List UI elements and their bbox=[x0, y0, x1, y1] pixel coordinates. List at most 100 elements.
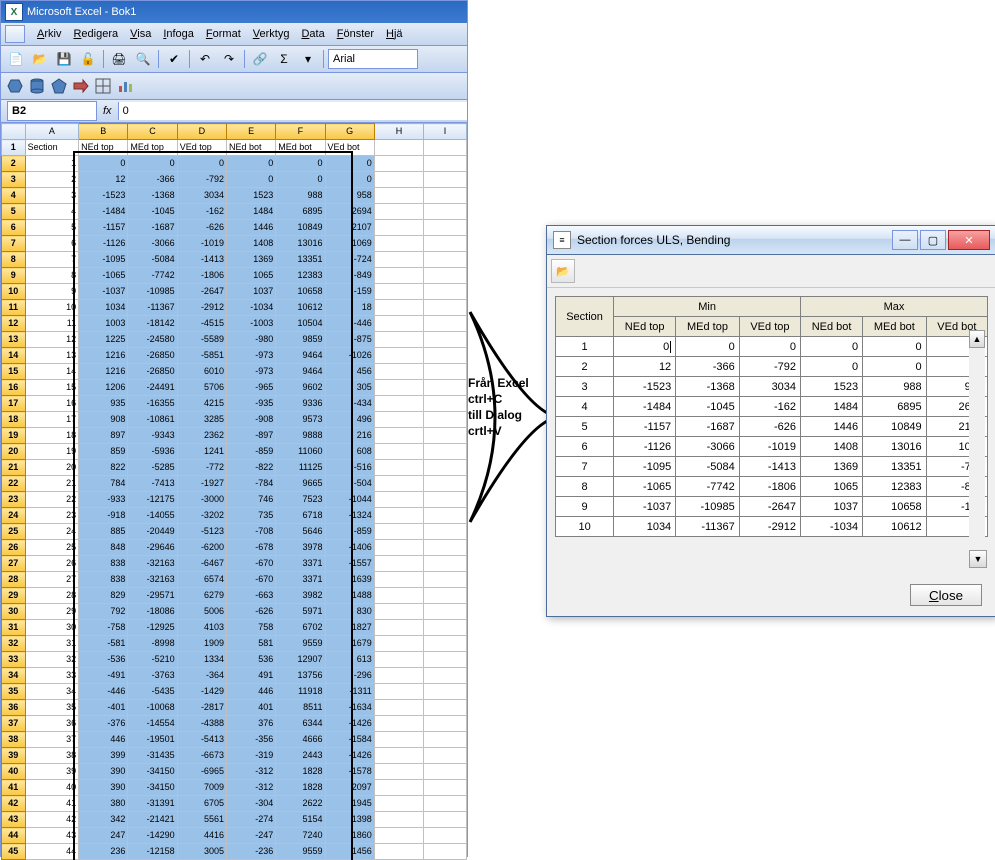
row-header-37[interactable]: 37 bbox=[2, 716, 26, 732]
cell[interactable] bbox=[424, 844, 467, 860]
cell[interactable]: -366 bbox=[128, 172, 177, 188]
cell[interactable]: -1126 bbox=[79, 236, 128, 252]
cell[interactable]: 41 bbox=[25, 796, 79, 812]
cell[interactable]: 216 bbox=[325, 428, 374, 444]
cell[interactable]: -626 bbox=[226, 604, 275, 620]
dlg-data-cell[interactable]: 1037 bbox=[801, 497, 863, 517]
cell[interactable]: 1069 bbox=[325, 236, 374, 252]
cell[interactable]: NEd top bbox=[79, 140, 128, 156]
cell[interactable]: 30 bbox=[25, 620, 79, 636]
cell[interactable]: 9559 bbox=[276, 636, 325, 652]
cell[interactable]: 10658 bbox=[276, 284, 325, 300]
cell[interactable]: 3371 bbox=[276, 556, 325, 572]
cell[interactable]: 11060 bbox=[276, 444, 325, 460]
shape-pentagon-icon[interactable] bbox=[49, 76, 69, 96]
cell[interactable]: 1909 bbox=[177, 636, 226, 652]
dlg-section-cell[interactable]: 2 bbox=[556, 357, 614, 377]
cell[interactable] bbox=[424, 540, 467, 556]
row-header-12[interactable]: 12 bbox=[2, 316, 26, 332]
cell[interactable]: -9343 bbox=[128, 428, 177, 444]
cell[interactable] bbox=[374, 828, 423, 844]
cell[interactable]: -1044 bbox=[325, 492, 374, 508]
cell[interactable]: 848 bbox=[79, 540, 128, 556]
cell[interactable]: -626 bbox=[177, 220, 226, 236]
cell[interactable]: -1584 bbox=[325, 732, 374, 748]
dlg-data-cell[interactable]: 10658 bbox=[863, 497, 927, 517]
cell[interactable]: 1523 bbox=[226, 188, 275, 204]
scroll-down-icon[interactable]: ▼ bbox=[969, 550, 987, 568]
cell[interactable]: 20 bbox=[25, 460, 79, 476]
cell[interactable]: 13756 bbox=[276, 668, 325, 684]
cell[interactable]: 3034 bbox=[177, 188, 226, 204]
cell[interactable] bbox=[424, 700, 467, 716]
cell[interactable]: 3285 bbox=[177, 412, 226, 428]
cell[interactable]: -12925 bbox=[128, 620, 177, 636]
dlg-data-cell[interactable]: -5084 bbox=[676, 457, 740, 477]
cell[interactable]: -504 bbox=[325, 476, 374, 492]
cell[interactable]: -159 bbox=[325, 284, 374, 300]
cell[interactable]: -935 bbox=[226, 396, 275, 412]
cell[interactable]: -34150 bbox=[128, 780, 177, 796]
cell[interactable]: -792 bbox=[177, 172, 226, 188]
dlg-data-cell[interactable]: 1034 bbox=[614, 517, 676, 537]
cell[interactable]: 1065 bbox=[226, 268, 275, 284]
row-header-15[interactable]: 15 bbox=[2, 364, 26, 380]
row-header-6[interactable]: 6 bbox=[2, 220, 26, 236]
cell[interactable]: 0 bbox=[325, 156, 374, 172]
cell[interactable]: 11 bbox=[25, 316, 79, 332]
cell[interactable]: 6010 bbox=[177, 364, 226, 380]
cell[interactable]: 4 bbox=[25, 204, 79, 220]
cell[interactable]: -3763 bbox=[128, 668, 177, 684]
cell[interactable] bbox=[424, 172, 467, 188]
cell[interactable]: -965 bbox=[226, 380, 275, 396]
cell[interactable]: 758 bbox=[226, 620, 275, 636]
cell[interactable]: -7742 bbox=[128, 268, 177, 284]
cell[interactable]: -19501 bbox=[128, 732, 177, 748]
cell[interactable]: 4103 bbox=[177, 620, 226, 636]
cell[interactable]: 5971 bbox=[276, 604, 325, 620]
cell[interactable]: 11918 bbox=[276, 684, 325, 700]
cell[interactable]: 5154 bbox=[276, 812, 325, 828]
cell[interactable]: -1634 bbox=[325, 700, 374, 716]
dlg-data-cell[interactable]: -7742 bbox=[676, 477, 740, 497]
print-icon[interactable]: 🖨 bbox=[108, 48, 130, 70]
cell[interactable]: 3005 bbox=[177, 844, 226, 860]
cell[interactable]: -6965 bbox=[177, 764, 226, 780]
dlg-section-cell[interactable]: 9 bbox=[556, 497, 614, 517]
row-header-35[interactable]: 35 bbox=[2, 684, 26, 700]
print-preview-icon[interactable]: 🔍 bbox=[132, 48, 154, 70]
cell[interactable]: 43 bbox=[25, 828, 79, 844]
cell[interactable]: -1037 bbox=[79, 284, 128, 300]
cell[interactable]: VEd bot bbox=[325, 140, 374, 156]
cell[interactable]: 16 bbox=[25, 396, 79, 412]
cell[interactable]: 2107 bbox=[325, 220, 374, 236]
col-header-A[interactable]: A bbox=[25, 124, 79, 140]
cell[interactable] bbox=[374, 668, 423, 684]
cell[interactable]: -376 bbox=[79, 716, 128, 732]
dlg-data-cell[interactable]: 0 bbox=[863, 337, 927, 357]
dlg-data-cell[interactable]: 0 bbox=[739, 337, 800, 357]
cell[interactable]: -1311 bbox=[325, 684, 374, 700]
cell[interactable] bbox=[374, 508, 423, 524]
cell[interactable]: -236 bbox=[226, 844, 275, 860]
cell[interactable]: -1927 bbox=[177, 476, 226, 492]
row-header-43[interactable]: 43 bbox=[2, 812, 26, 828]
dlg-data-cell[interactable]: -366 bbox=[676, 357, 740, 377]
cell[interactable]: 390 bbox=[79, 780, 128, 796]
cell[interactable]: 446 bbox=[226, 684, 275, 700]
cell[interactable]: 236 bbox=[79, 844, 128, 860]
cell[interactable]: -32163 bbox=[128, 572, 177, 588]
cell[interactable]: 1828 bbox=[276, 764, 325, 780]
col-header-C[interactable]: C bbox=[128, 124, 177, 140]
dlg-section-cell[interactable]: 1 bbox=[556, 337, 614, 357]
cell[interactable]: 23 bbox=[25, 508, 79, 524]
excel-grid[interactable]: ABCDEFGHI1SectionNEd topMEd topVEd topNE… bbox=[1, 123, 467, 860]
cell[interactable]: 9464 bbox=[276, 348, 325, 364]
select-all-corner[interactable] bbox=[2, 124, 26, 140]
cell[interactable] bbox=[424, 780, 467, 796]
cell[interactable]: 376 bbox=[226, 716, 275, 732]
row-header-8[interactable]: 8 bbox=[2, 252, 26, 268]
cell[interactable]: -32163 bbox=[128, 556, 177, 572]
cell[interactable] bbox=[374, 716, 423, 732]
cell[interactable]: -1003 bbox=[226, 316, 275, 332]
